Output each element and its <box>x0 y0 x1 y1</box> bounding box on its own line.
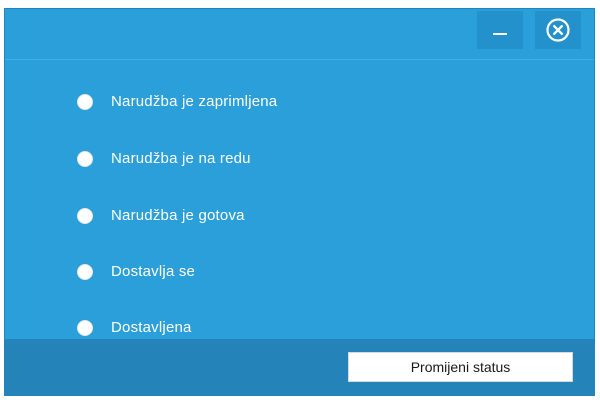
status-option-received[interactable]: Narudžba je zaprimljena <box>77 93 277 110</box>
status-option-queued[interactable]: Narudžba je na redu <box>77 150 251 167</box>
status-option-ready[interactable]: Narudžba je gotova <box>77 207 245 224</box>
status-option-delivering[interactable]: Dostavlja se <box>77 263 195 280</box>
minimize-button[interactable] <box>477 11 523 49</box>
title-bar <box>5 9 594 59</box>
close-button[interactable] <box>535 11 581 49</box>
status-option-label: Narudžba je zaprimljena <box>111 93 278 110</box>
status-option-delivered[interactable]: Dostavljena <box>77 319 192 336</box>
status-option-label: Dostavlja se <box>111 263 196 280</box>
radio-button[interactable] <box>77 207 93 224</box>
status-options-list: Narudžba je zaprimljena Narudžba je na r… <box>5 60 594 340</box>
status-option-label: Dostavljena <box>111 319 192 336</box>
dialog-footer: Promijeni status <box>5 339 594 396</box>
radio-button[interactable] <box>77 93 93 110</box>
radio-button[interactable] <box>77 263 93 280</box>
minimize-icon <box>493 33 507 35</box>
radio-button[interactable] <box>77 319 93 336</box>
change-status-button[interactable]: Promijeni status <box>348 352 573 382</box>
status-option-label: Narudžba je gotova <box>111 207 245 224</box>
status-dialog-window: Narudžba je zaprimljena Narudžba je na r… <box>4 8 595 396</box>
radio-button[interactable] <box>77 150 93 167</box>
close-circle-icon <box>546 18 570 42</box>
status-option-label: Narudžba je na redu <box>111 150 251 167</box>
